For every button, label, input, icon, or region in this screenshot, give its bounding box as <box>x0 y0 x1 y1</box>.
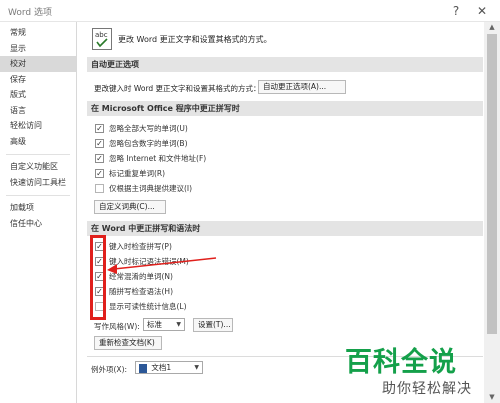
sidebar-item-language[interactable]: 语言 <box>0 103 76 119</box>
sidebar-item-general[interactable]: 常规 <box>0 25 76 41</box>
main-dictionary-only-label: 仅根据主词典提供建议(I) <box>109 184 193 193</box>
window-title: Word 选项 <box>8 8 52 18</box>
ignore-internet-label: 忽略 Internet 和文件地址(F) <box>109 154 207 163</box>
title-bar: Word 选项 ? ✕ <box>0 0 500 22</box>
readability-stats-label: 显示可读性统计信息(L) <box>109 302 187 311</box>
watermark-logo: 百科全说 <box>345 347 457 378</box>
check-spelling-label: 键入时检查拼写(P) <box>109 242 172 251</box>
scroll-up-icon[interactable]: ▲ <box>488 23 496 31</box>
watermark: 百科全说 助你轻松解决 <box>345 338 495 400</box>
main-dictionary-only-checkbox[interactable] <box>95 184 104 193</box>
ignore-numbers-checkbox[interactable]: ✓ <box>95 139 104 148</box>
sidebar-item-accessibility[interactable]: 轻松访问 <box>0 118 76 134</box>
abc-proofing-icon: abc <box>92 28 112 50</box>
help-icon[interactable]: ? <box>448 3 464 19</box>
sidebar-item-save[interactable]: 保存 <box>0 72 76 88</box>
check-grammar-label: 随拼写检查语法(H) <box>109 287 173 296</box>
sidebar-item-layout[interactable]: 版式 <box>0 87 76 103</box>
exceptions-document-select[interactable]: 文档1 ▼ <box>135 361 203 374</box>
chevron-down-icon: ▼ <box>176 321 181 328</box>
writing-style-select[interactable]: 标准 ▼ <box>143 318 185 331</box>
annotation-arrow-icon <box>107 257 217 274</box>
sidebar-item-customize-ribbon[interactable]: 自定义功能区 <box>0 159 76 175</box>
ignore-internet-checkbox[interactable]: ✓ <box>95 154 104 163</box>
word-spelling-section-header: 在 Word 中更正拼写和语法时 <box>87 221 483 236</box>
annotation-highlight-box <box>90 235 106 320</box>
word-document-icon <box>139 363 147 373</box>
office-spelling-section-header: 在 Microsoft Office 程序中更正拼写时 <box>87 101 483 116</box>
autocorrect-section-header: 自动更正选项 <box>87 57 483 72</box>
close-icon[interactable]: ✕ <box>474 3 490 19</box>
ignore-uppercase-label: 忽略全部大写的单词(U) <box>109 124 188 133</box>
sidebar-divider <box>6 192 70 196</box>
exceptions-label: 例外项(X): <box>91 365 128 374</box>
chevron-down-icon: ▼ <box>194 364 199 371</box>
intro-text: 更改 Word 更正文字和设置其格式的方式。 <box>118 35 272 44</box>
exceptions-document-value: 文档1 <box>151 363 172 372</box>
autocorrect-options-button[interactable]: 自动更正选项(A)... <box>258 80 346 94</box>
sidebar-item-advanced[interactable]: 高级 <box>0 134 76 150</box>
flag-repeated-checkbox[interactable]: ✓ <box>95 169 104 178</box>
recheck-document-button[interactable]: 重新检查文档(K) <box>94 336 162 350</box>
ignore-numbers-label: 忽略包含数字的单词(B) <box>109 139 188 148</box>
autocorrect-description: 更改键入时 Word 更正文字和设置其格式的方式： <box>94 84 261 93</box>
sidebar-item-add-ins[interactable]: 加载项 <box>0 200 76 216</box>
scrollbar-thumb[interactable] <box>487 34 497 334</box>
svg-text:abc: abc <box>95 31 108 39</box>
ignore-uppercase-checkbox[interactable]: ✓ <box>95 124 104 133</box>
writing-style-value: 标准 <box>147 320 162 329</box>
sidebar-item-quick-access-toolbar[interactable]: 快速访问工具栏 <box>0 175 76 191</box>
sidebar-divider <box>6 151 70 155</box>
writing-style-label: 写作风格(W): <box>94 322 140 331</box>
watermark-tagline: 助你轻松解决 <box>382 381 472 397</box>
flag-repeated-label: 标记重复单词(R) <box>109 169 166 178</box>
custom-dictionaries-button[interactable]: 自定义词典(C)... <box>94 200 166 214</box>
sidebar-item-trust-center[interactable]: 信任中心 <box>0 216 76 232</box>
grammar-settings-button[interactable]: 设置(T)... <box>193 318 233 332</box>
sidebar-item-display[interactable]: 显示 <box>0 41 76 57</box>
sidebar-item-proofing[interactable]: 校对 <box>0 56 76 72</box>
options-sidebar: 常规 显示 校对 保存 版式 语言 轻松访问 高级 自定义功能区 快速访问工具栏… <box>0 22 77 403</box>
